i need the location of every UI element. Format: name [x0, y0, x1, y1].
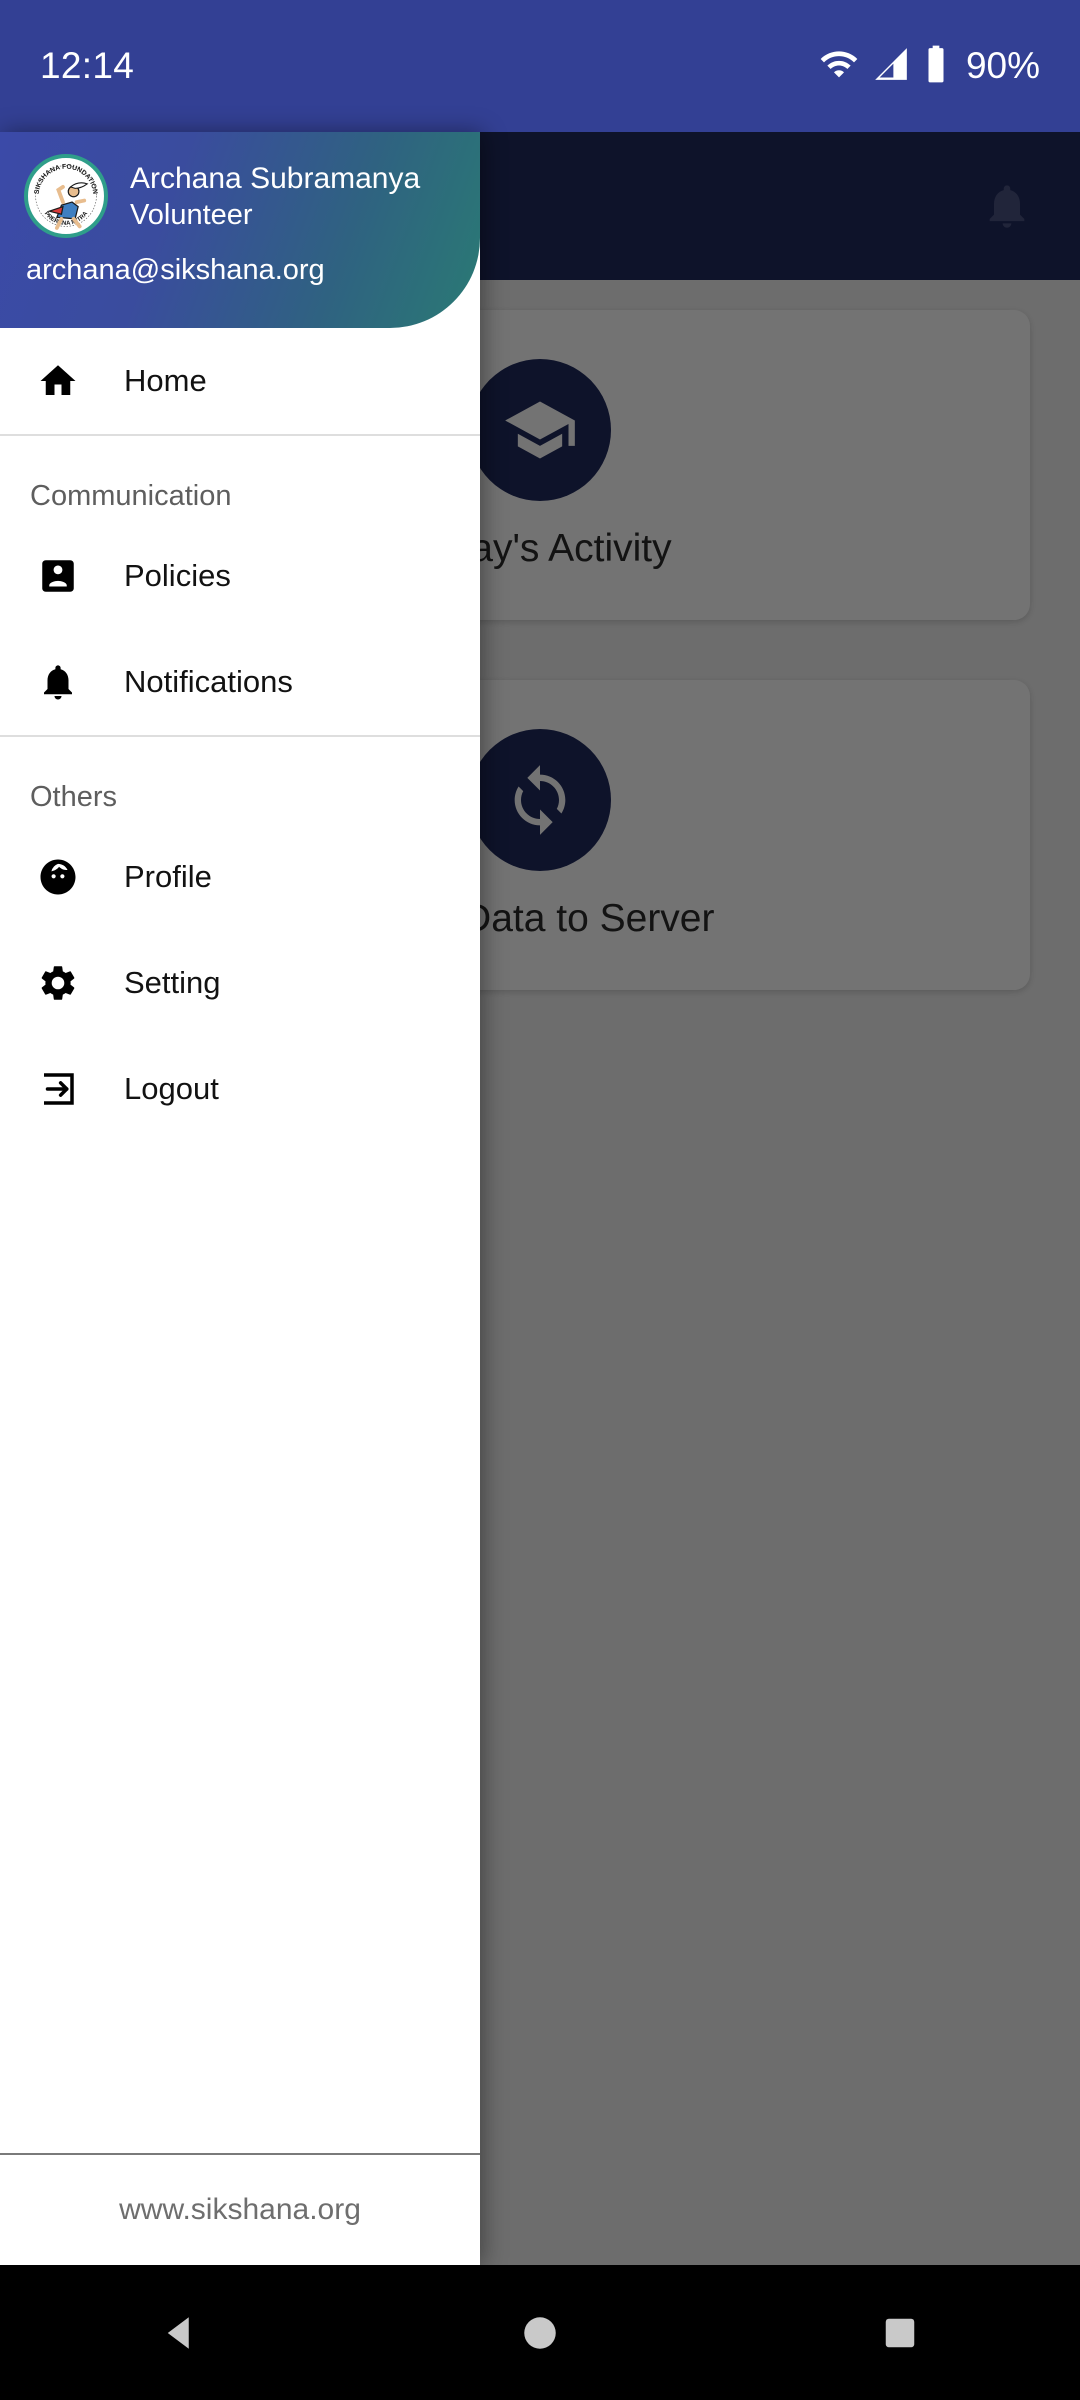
status-bar-time: 12:14 — [40, 45, 135, 86]
face-icon — [36, 855, 80, 899]
sidebar-item-logout[interactable]: Logout — [0, 1036, 480, 1142]
sidebar-item-notifications[interactable]: Notifications — [0, 629, 480, 735]
bell-icon — [36, 660, 80, 704]
sidebar-item-policies[interactable]: Policies — [0, 523, 480, 629]
website-text: www.sikshana.org — [119, 2193, 361, 2226]
home-circle-icon[interactable] — [480, 2265, 600, 2400]
sidebar-item-label: Policies — [124, 558, 231, 593]
sidebar-item-setting[interactable]: Setting — [0, 930, 480, 1036]
back-triangle-icon[interactable] — [120, 2265, 240, 2400]
home-icon — [36, 359, 80, 403]
user-role: Volunteer — [130, 198, 253, 231]
status-bar: 12:14 90% — [0, 0, 1080, 132]
recents-square-icon[interactable] — [840, 2265, 960, 2400]
user-email: archana@sikshana.org — [26, 254, 325, 286]
sidebar-item-label: Profile — [124, 859, 212, 894]
navigation-drawer: SIKSHANA FOUNDATION PRERANA MITRA Archan… — [0, 132, 480, 2265]
sidebar-item-label: Notifications — [124, 664, 293, 699]
exit-icon — [36, 1067, 80, 1111]
account-box-icon — [36, 554, 80, 598]
wifi-icon — [819, 44, 859, 89]
sidebar-item-label: Logout — [124, 1071, 219, 1106]
battery-icon — [923, 44, 949, 89]
drawer-header: SIKSHANA FOUNDATION PRERANA MITRA Archan… — [0, 132, 480, 328]
system-navigation-bar — [0, 2265, 1080, 2400]
avatar: SIKSHANA FOUNDATION PRERANA MITRA — [24, 154, 108, 238]
drawer-footer: www.sikshana.org — [0, 2153, 480, 2265]
sidebar-item-home[interactable]: Home — [0, 328, 480, 434]
sidebar-item-profile[interactable]: Profile — [0, 824, 480, 930]
section-title-communication: Communication — [30, 480, 232, 512]
section-title-others: Others — [30, 781, 118, 813]
user-name: Archana Subramanya — [130, 162, 421, 196]
drawer-menu: Home Communication Policies Notification… — [0, 328, 480, 2153]
sidebar-item-label: Setting — [124, 965, 221, 1000]
sidebar-item-label: Home — [124, 363, 207, 398]
gear-icon — [36, 961, 80, 1005]
cellular-signal-icon — [872, 45, 910, 88]
battery-percent: 90% — [965, 45, 1040, 86]
